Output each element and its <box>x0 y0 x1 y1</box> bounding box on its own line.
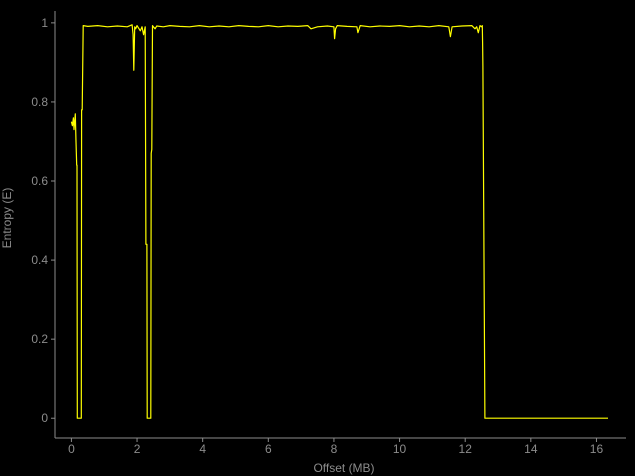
x-tick-label: 16 <box>590 442 604 456</box>
y-tick-label: 0.2 <box>31 332 48 346</box>
plot-area <box>70 24 608 419</box>
x-tick-label: 10 <box>393 442 407 456</box>
y-tick-label: 0 <box>41 411 48 425</box>
entropy-series-line <box>70 24 608 419</box>
x-tick-label: 8 <box>331 442 338 456</box>
x-tick-label: 4 <box>199 442 206 456</box>
x-tick-label: 6 <box>265 442 272 456</box>
x-tick-label: 14 <box>524 442 538 456</box>
x-axis-label: Offset (MB) <box>313 461 374 475</box>
y-tick-label: 0.4 <box>31 253 48 267</box>
y-tick-label: 1 <box>41 16 48 30</box>
x-tick-label: 0 <box>68 442 75 456</box>
entropy-chart: 0 2 4 6 8 10 12 14 1600.20.40.60.81 Offset (MB) … <box>0 11 626 475</box>
x-tick-label: 2 <box>134 442 141 456</box>
ticks: 0 2 4 6 8 10 12 14 16 0 0.2 0.4 0.6 0.8 1 <box>31 16 603 456</box>
y-axis-label: Entropy (E) <box>0 188 14 249</box>
y-tick-label: 0.8 <box>31 95 48 109</box>
x-tick-label: 12 <box>459 442 473 456</box>
axes <box>54 11 626 439</box>
y-tick-label: 0.6 <box>31 174 48 188</box>
